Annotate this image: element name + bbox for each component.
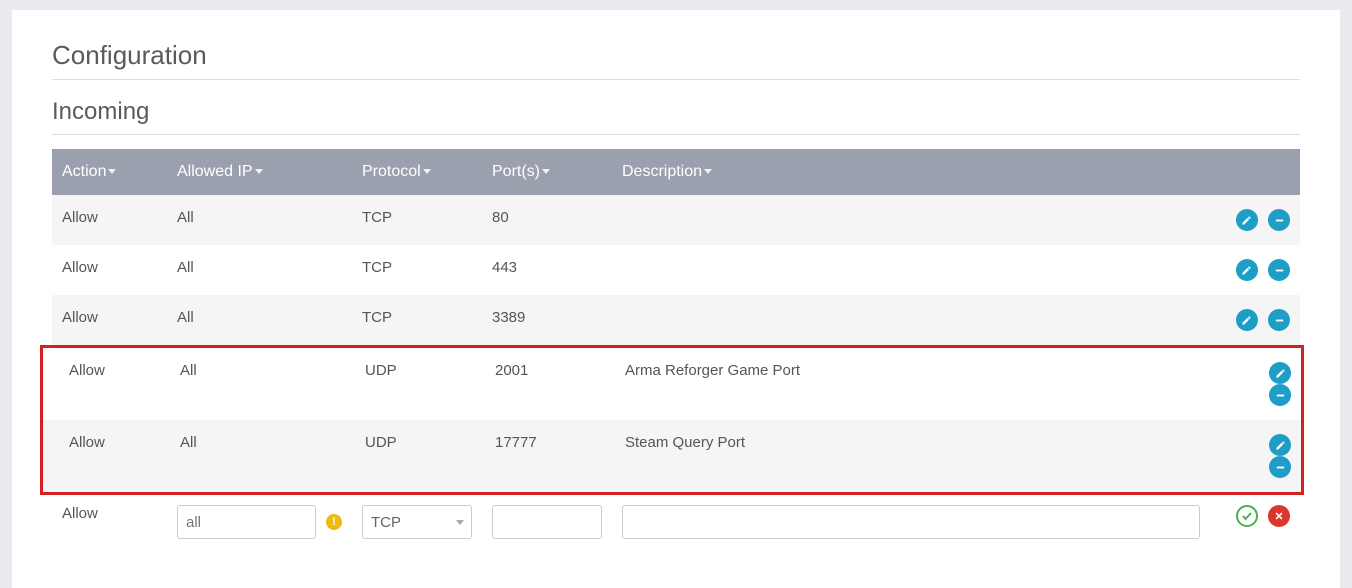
cell-description <box>612 245 1210 295</box>
cell-description <box>612 195 1210 245</box>
cell-ports: 3389 <box>482 295 612 345</box>
page-title: Configuration <box>52 40 1300 71</box>
remove-button[interactable] <box>1268 209 1290 231</box>
add-rule-row: Allow ! <box>52 495 1300 549</box>
cell-actions <box>1210 245 1300 295</box>
edit-button[interactable] <box>1236 309 1258 331</box>
cell-ip: All <box>167 295 352 345</box>
form-action-label: Allow <box>52 495 167 549</box>
cell-protocol: TCP <box>352 195 482 245</box>
header-ip-label: Allowed IP <box>177 163 253 180</box>
header-ip[interactable]: Allowed IP <box>167 149 352 195</box>
config-panel: Configuration Incoming Action Allowed IP… <box>12 10 1340 588</box>
edit-button[interactable] <box>1269 434 1291 456</box>
header-description-label: Description <box>622 163 702 180</box>
cell-protocol: TCP <box>352 245 482 295</box>
cell-actions <box>1210 295 1300 345</box>
remove-button[interactable] <box>1269 456 1291 478</box>
cell-ports: 443 <box>482 245 612 295</box>
table-row: Allow All TCP 80 <box>52 195 1300 245</box>
cell-description <box>612 295 1210 345</box>
form-protocol-cell <box>352 495 482 549</box>
warning-icon: ! <box>326 514 342 530</box>
cell-protocol: TCP <box>352 295 482 345</box>
edit-button[interactable] <box>1236 259 1258 281</box>
cell-description: Steam Query Port <box>603 420 1211 492</box>
header-actions <box>1210 149 1300 195</box>
cell-action: Allow <box>43 420 158 492</box>
cell-ip: All <box>167 245 352 295</box>
header-action[interactable]: Action <box>52 149 167 195</box>
table-row: Allow All TCP 3389 <box>52 295 1300 345</box>
table-row: Allow All TCP 443 <box>52 245 1300 295</box>
divider <box>52 134 1300 135</box>
header-protocol-label: Protocol <box>362 163 421 180</box>
header-protocol[interactable]: Protocol <box>352 149 482 195</box>
cell-actions <box>1211 420 1301 492</box>
cell-actions <box>1210 195 1300 245</box>
caret-down-icon <box>704 169 712 174</box>
cell-ports: 80 <box>482 195 612 245</box>
caret-down-icon <box>542 169 550 174</box>
form-ports-cell <box>482 495 612 549</box>
protocol-select[interactable] <box>362 505 472 539</box>
cell-ip: All <box>158 348 343 420</box>
cell-action: Allow <box>43 348 158 420</box>
form-ip-cell: ! <box>167 495 352 549</box>
highlighted-rows: Allow All UDP 2001 Arma Reforger Game Po… <box>40 345 1304 495</box>
table-row: Allow All UDP 17777 Steam Query Port <box>43 420 1301 492</box>
remove-button[interactable] <box>1268 309 1290 331</box>
header-description[interactable]: Description <box>612 149 1210 195</box>
cell-ports: 2001 <box>473 348 603 420</box>
cell-protocol: UDP <box>343 348 473 420</box>
edit-button[interactable] <box>1269 362 1291 384</box>
cell-ports: 17777 <box>473 420 603 492</box>
caret-down-icon <box>255 169 263 174</box>
cell-action: Allow <box>52 295 167 345</box>
cancel-button[interactable] <box>1268 505 1290 527</box>
section-title-incoming: Incoming <box>52 98 1300 126</box>
cell-action: Allow <box>52 245 167 295</box>
confirm-button[interactable] <box>1236 505 1258 527</box>
ip-input[interactable] <box>177 505 316 539</box>
cell-ip: All <box>158 420 343 492</box>
remove-button[interactable] <box>1268 259 1290 281</box>
ports-input[interactable] <box>492 505 602 539</box>
cell-action: Allow <box>52 195 167 245</box>
form-description-cell <box>612 495 1210 549</box>
cell-actions <box>1211 348 1301 420</box>
cell-description: Arma Reforger Game Port <box>603 348 1211 420</box>
caret-down-icon <box>423 169 431 174</box>
divider <box>52 79 1300 80</box>
cell-protocol: UDP <box>343 420 473 492</box>
edit-button[interactable] <box>1236 209 1258 231</box>
form-actions <box>1210 495 1300 549</box>
cell-ip: All <box>167 195 352 245</box>
header-action-label: Action <box>62 163 106 180</box>
description-input[interactable] <box>622 505 1200 539</box>
header-ports-label: Port(s) <box>492 163 540 180</box>
caret-down-icon <box>108 169 116 174</box>
remove-button[interactable] <box>1269 384 1291 406</box>
header-ports[interactable]: Port(s) <box>482 149 612 195</box>
table-header: Action Allowed IP Protocol Port(s) Descr… <box>52 149 1300 195</box>
table-row: Allow All UDP 2001 Arma Reforger Game Po… <box>43 348 1301 420</box>
